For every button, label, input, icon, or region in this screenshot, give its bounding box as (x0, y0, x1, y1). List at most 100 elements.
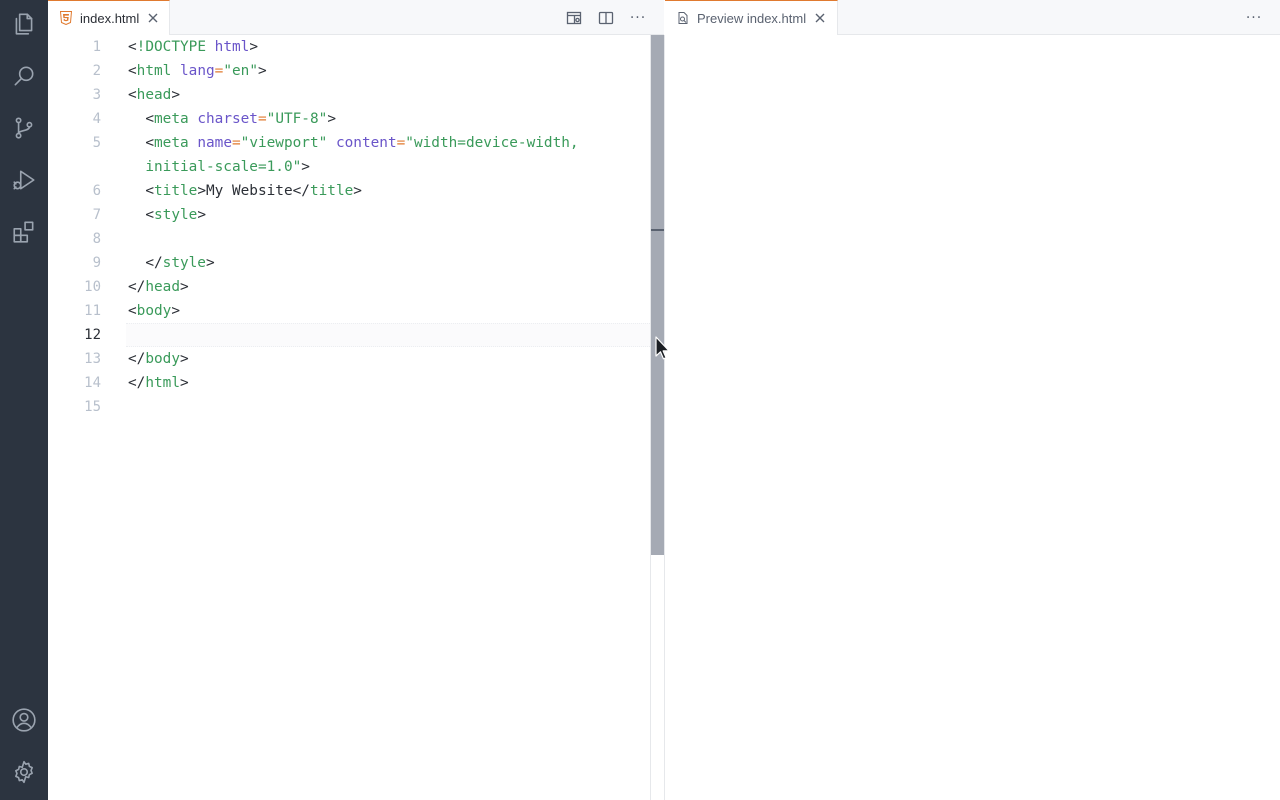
run-debug-button[interactable] (0, 156, 48, 204)
line-number: 5 (92, 135, 101, 151)
code-token: > (327, 111, 336, 127)
source-control-button[interactable] (0, 104, 48, 152)
code-token: "UTF-8" (266, 111, 328, 127)
account-button[interactable] (0, 696, 48, 744)
code-line: <meta charset="UTF-8"> (128, 107, 336, 131)
code-token: < (128, 135, 154, 151)
code-token: html (136, 63, 172, 79)
preview-tab-label: Preview index.html (697, 10, 807, 26)
code-token: = (396, 135, 406, 151)
line-number: 1 (92, 39, 101, 55)
tab-label: index.html (80, 10, 140, 26)
code-token: "en" (223, 63, 258, 79)
code-token: meta (154, 135, 189, 151)
line-number: 4 (92, 111, 101, 127)
mouse-pointer-icon (655, 336, 670, 360)
explorer-button[interactable] (0, 0, 48, 48)
code-token: initial-scale=1.0" (128, 159, 302, 175)
code-token: > (205, 255, 215, 271)
more-actions-button[interactable]: ··· (628, 8, 648, 28)
code-token: head (136, 87, 172, 103)
code-token: < (128, 183, 154, 199)
preview-more-actions-button[interactable]: ··· (1244, 8, 1264, 28)
code-token: title (309, 183, 354, 199)
code-token: </ (128, 351, 146, 367)
settings-button[interactable] (0, 748, 48, 796)
preview-icon (675, 10, 691, 26)
more-actions-icon: ··· (1245, 10, 1263, 26)
code-token: head (145, 279, 180, 295)
code-line: </head> (128, 275, 189, 299)
code-token: style (154, 207, 198, 223)
code-token: < (128, 303, 137, 319)
code-token: content (335, 135, 397, 151)
code-line: <!DOCTYPE html> (128, 35, 258, 59)
code-token: = (257, 111, 267, 127)
code-token: "width=device-width, (405, 135, 579, 151)
search-button[interactable] (0, 52, 48, 100)
line-number: 15 (84, 399, 101, 415)
code-token: > (179, 279, 189, 295)
code-token: = (231, 135, 241, 151)
preview-tab-bar: Preview index.html ··· (665, 0, 1280, 35)
editor-tab-bar: index.html ··· (48, 0, 664, 35)
line-number: 6 (92, 183, 101, 199)
code-token: < (128, 63, 137, 79)
open-preview-button[interactable] (564, 8, 584, 28)
line-number: 8 (92, 231, 101, 247)
code-token: </ (128, 375, 146, 391)
account-icon (12, 708, 36, 732)
code-line: </html> (128, 371, 189, 395)
code-editor[interactable]: 1 <!DOCTYPE html> 2 <html lang="en"> 3 <head>… (48, 35, 650, 800)
code-token: </ (128, 255, 163, 271)
files-icon (15, 13, 33, 35)
scrollbar-cursor-marker (651, 229, 664, 231)
code-token: > (171, 87, 180, 103)
code-token: title (154, 183, 198, 199)
split-editor-button[interactable] (596, 8, 616, 28)
code-line: <body> (128, 299, 180, 323)
line-number: 14 (84, 375, 101, 391)
code-token: > (197, 207, 206, 223)
code-token: style (162, 255, 206, 271)
line-number: 3 (92, 87, 101, 103)
line-number: 2 (92, 63, 101, 79)
split-editor-icon (598, 11, 614, 25)
close-icon[interactable] (145, 10, 161, 26)
open-preview-icon (566, 11, 582, 25)
extensions-button[interactable] (0, 208, 48, 256)
editor-scrollbar-thumb[interactable] (651, 35, 664, 555)
code-token: name (197, 135, 232, 151)
code-token: > (353, 183, 362, 199)
code-line: <title>My Website</title> (128, 179, 362, 203)
run-debug-icon (13, 170, 35, 190)
code-token: > (257, 63, 267, 79)
tab-preview-index-html[interactable]: Preview index.html (665, 0, 838, 35)
tab-index-html[interactable]: index.html (48, 0, 170, 35)
close-icon[interactable] (812, 10, 828, 26)
code-token: > (171, 303, 180, 319)
code-line: <head> (128, 83, 180, 107)
activity-bar (0, 0, 48, 800)
code-token: charset (197, 111, 258, 127)
preview-pane[interactable] (665, 35, 1280, 800)
code-line: <style> (128, 203, 206, 227)
code-token: body (136, 303, 172, 319)
line-number: 9 (92, 255, 101, 271)
code-token: meta (154, 111, 189, 127)
code-token: > (179, 375, 189, 391)
code-token: !DOCTYPE (136, 39, 206, 55)
source-control-icon (15, 117, 33, 139)
line-number: 13 (84, 351, 101, 367)
code-line: </style> (128, 251, 215, 275)
code-token: </ (128, 279, 146, 295)
code-token: < (128, 111, 154, 127)
line-number: 7 (92, 207, 101, 223)
settings-gear-icon (15, 760, 33, 784)
code-token: < (128, 87, 137, 103)
code-token: >My Website</ (197, 183, 310, 199)
more-actions-icon: ··· (629, 10, 647, 26)
line-number: 11 (84, 303, 101, 319)
